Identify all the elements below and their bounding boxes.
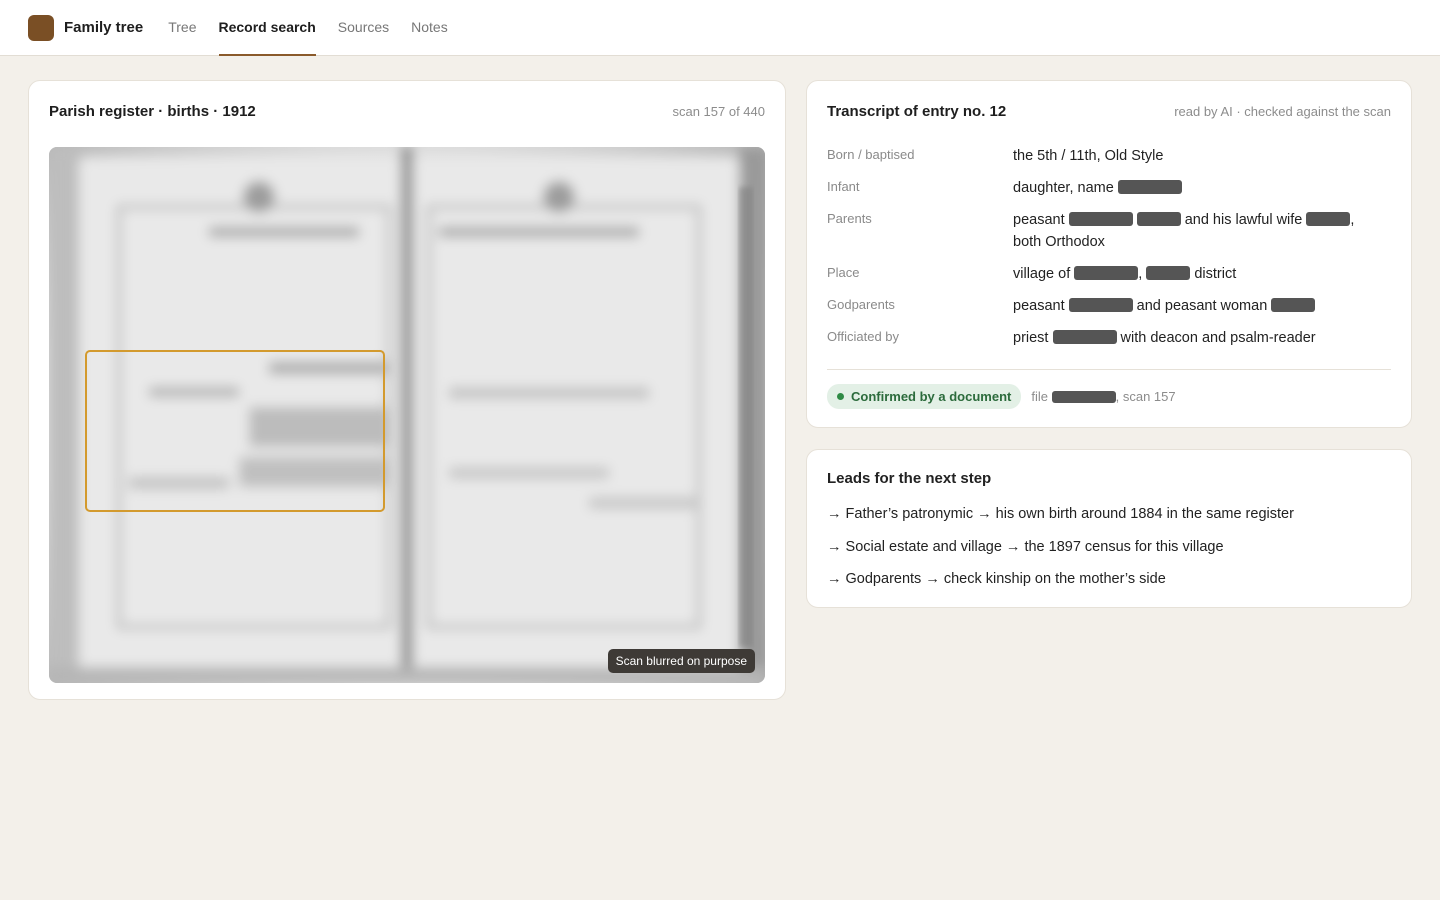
field-label: Parents	[827, 211, 872, 226]
file-prefix: file	[1031, 389, 1048, 404]
field-label: Infant	[827, 179, 860, 194]
redaction-block	[1271, 298, 1316, 312]
field-text: and his lawful wife	[1184, 212, 1303, 228]
field-text: the 5th / 11th, Old Style	[1013, 148, 1164, 164]
redaction-block	[1051, 390, 1116, 403]
field-text: village of	[1013, 266, 1071, 282]
source-file-reference: file , scan 157	[1031, 389, 1175, 404]
transcript-title: Transcript of entry no. 12	[827, 102, 1007, 120]
field-text: ,	[1138, 266, 1143, 282]
field-value: priest with deacon and psalm-reader	[1013, 327, 1391, 349]
lead-item[interactable]: → Godparents → check kinship on the moth…	[827, 569, 1391, 602]
redaction-block	[1068, 212, 1133, 226]
app-logo-icon	[28, 14, 54, 41]
leads-panel: Leads for the next step → Father’s patro…	[806, 449, 1412, 608]
scan-panel: Parish register · births · 1912 scan 157…	[28, 80, 786, 700]
field-value: peasant and his lawful wife , both Orthod…	[1013, 209, 1391, 253]
scan-counter: scan 157 of 440	[672, 103, 765, 119]
divider	[827, 369, 1391, 370]
file-suffix: , scan 157	[1115, 389, 1176, 404]
field-text: with deacon and psalm-reader	[1120, 330, 1316, 346]
scan-panel-title: Parish register · births · 1912	[49, 102, 256, 120]
field-text: daughter, name	[1013, 180, 1114, 196]
field-label: Born / baptised	[827, 147, 915, 162]
blur-notice-badge: Scan blurred on purpose	[607, 649, 755, 673]
register-scan-image[interactable]: Scan blurred on purpose	[49, 147, 765, 683]
field-value: village of , district	[1013, 263, 1391, 285]
tab-record-search[interactable]: Record search	[218, 0, 316, 56]
field-row-born: Born / baptised the 5th / 11th, Old Styl…	[827, 145, 1391, 167]
tab-sources[interactable]: Sources	[338, 0, 389, 56]
lead-item[interactable]: → Social estate and village → the 1897 c…	[827, 537, 1391, 570]
redaction-block	[1068, 298, 1133, 312]
transcript-meta: read by AI · checked against the scan	[1174, 103, 1391, 119]
field-row-godparents: Godparents peasant and peasant woman	[827, 295, 1391, 317]
redaction-block	[1074, 266, 1139, 280]
transcript-panel: Transcript of entry no. 12 read by AI · …	[806, 80, 1412, 428]
field-value: daughter, name	[1013, 177, 1391, 199]
field-text: and peasant woman	[1136, 298, 1268, 314]
field-value: the 5th / 11th, Old Style	[1013, 145, 1391, 167]
main-nav: Tree Record search Sources Notes	[157, 0, 459, 56]
field-text: both Orthodox	[1013, 234, 1105, 250]
tab-tree[interactable]: Tree	[168, 0, 196, 56]
field-label: Officiated by	[827, 329, 900, 344]
status-label: Confirmed by a document	[851, 389, 1012, 404]
redaction-block	[1052, 330, 1117, 344]
redaction-block	[1146, 266, 1191, 280]
field-text: peasant	[1013, 212, 1065, 228]
confirmed-status-badge: Confirmed by a document	[827, 384, 1022, 409]
field-row-parents: Parents peasant and his lawful wife , bot…	[827, 209, 1391, 253]
field-label: Place	[827, 265, 860, 280]
status-row: Confirmed by a document file , scan 157	[827, 384, 1176, 409]
field-value: peasant and peasant woman	[1013, 295, 1391, 317]
leads-title: Leads for the next step	[827, 470, 992, 487]
redaction-block	[1306, 212, 1351, 226]
brand-name: Family tree	[64, 19, 144, 36]
field-text: ,	[1350, 212, 1355, 228]
entry-highlight-box[interactable]	[85, 350, 385, 512]
tab-notes[interactable]: Notes	[411, 0, 448, 56]
field-text: peasant	[1013, 298, 1065, 314]
field-text: priest	[1013, 330, 1049, 346]
top-bar: Family tree Tree Record search Sources N…	[0, 0, 1440, 56]
status-dot-icon	[837, 393, 844, 400]
redaction-block	[1117, 180, 1182, 194]
field-text: district	[1194, 266, 1237, 282]
field-label: Godparents	[827, 297, 895, 312]
field-row-officiated: Officiated by priest with deacon and psa…	[827, 327, 1391, 349]
lead-item[interactable]: → Father’s patronymic → his own birth ar…	[827, 504, 1391, 537]
redaction-block	[1136, 212, 1181, 226]
field-row-infant: Infant daughter, name	[827, 177, 1391, 199]
leads-list: → Father’s patronymic → his own birth ar…	[827, 504, 1391, 602]
field-row-place: Place village of , district	[827, 263, 1391, 285]
transcript-fields: Born / baptised the 5th / 11th, Old Styl…	[827, 145, 1391, 359]
